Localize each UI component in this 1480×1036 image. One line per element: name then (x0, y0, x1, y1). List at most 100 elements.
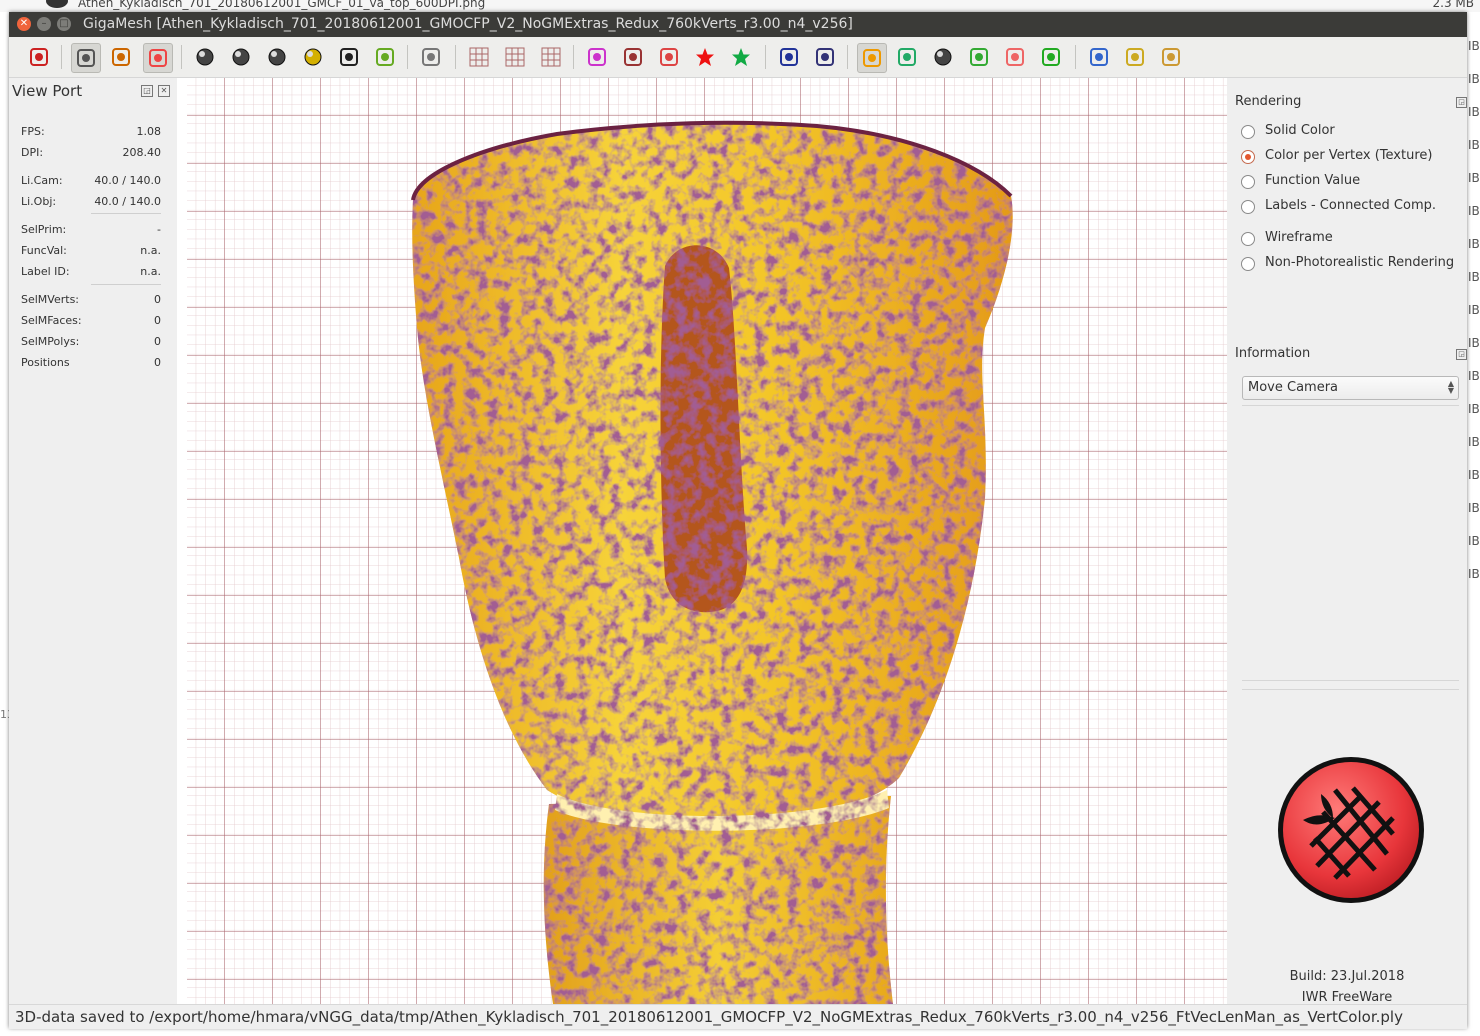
star-red-button[interactable] (691, 43, 719, 71)
check-button[interactable] (1037, 43, 1065, 71)
stat-label: Label ID: (21, 265, 70, 278)
stat-value: n.a. (140, 244, 161, 257)
view-2-icon (112, 48, 130, 66)
close-window-button[interactable]: ✕ (17, 17, 31, 31)
radio-label: Color per Vertex (Texture) (1265, 148, 1433, 163)
background-size-mark: IB (1468, 105, 1480, 119)
background-size-mark: IB (1468, 468, 1480, 482)
radio-circle[interactable] (1241, 232, 1255, 246)
background-size-mark: IB (1468, 369, 1480, 383)
status-bar: 3D-data saved to /export/home/hmara/vNGG… (9, 1004, 1467, 1029)
radio-circle[interactable] (1241, 150, 1255, 164)
build-date: Build: 23.Jul.2018 (1289, 969, 1405, 984)
background-size-mark: IB (1468, 303, 1480, 317)
star-green-icon (732, 48, 750, 66)
license-label: IWR FreeWare (1301, 990, 1393, 1005)
polar-grid-button[interactable] (537, 43, 565, 71)
stat-label: FuncVal: (21, 244, 67, 257)
rendering-title: Rendering (1235, 94, 1302, 109)
cut-button[interactable] (655, 43, 683, 71)
stat-value: 0 (154, 314, 161, 327)
grid-button[interactable] (501, 43, 529, 71)
stat-value: 1.08 (136, 125, 162, 138)
float-information-icon[interactable]: ◲ (1456, 349, 1467, 360)
spheres-icon (934, 48, 952, 66)
radio-circle[interactable] (1241, 175, 1255, 189)
histogram-button[interactable] (371, 43, 399, 71)
histogram-icon (376, 48, 394, 66)
toolbar-separator (765, 45, 766, 69)
triangulation-button[interactable] (335, 43, 363, 71)
3d-viewport[interactable] (177, 78, 1227, 1004)
radio-circle[interactable] (1241, 125, 1255, 139)
spheres-button[interactable] (929, 43, 957, 71)
divider (91, 284, 161, 285)
background-size-mark: IB (1468, 138, 1480, 152)
sun-button[interactable] (857, 43, 887, 73)
stat-value: 40.0 / 140.0 (94, 195, 161, 208)
background-size-mark: IB (1468, 501, 1480, 515)
view-1-button[interactable] (71, 43, 101, 73)
cube-button[interactable] (893, 43, 921, 71)
rotate-button[interactable] (775, 43, 803, 71)
main-toolbar (9, 37, 1467, 78)
radio-label: Non-Photorealistic Rendering (1265, 255, 1455, 270)
layers-button[interactable] (1085, 43, 1113, 71)
magic-select-icon (588, 48, 606, 66)
toolbar-separator (61, 45, 62, 69)
float-panel-icon[interactable]: ◲ (141, 85, 153, 97)
light-button[interactable] (143, 43, 173, 73)
mesh-plane-button[interactable] (25, 43, 53, 71)
check-icon (1042, 48, 1060, 66)
radio-label: Function Value (1265, 173, 1361, 188)
maximize-window-button[interactable]: □ (57, 17, 71, 31)
svg-button[interactable] (1157, 43, 1185, 71)
minimize-window-button[interactable]: – (37, 17, 51, 31)
tree-button[interactable] (965, 43, 993, 71)
divider (1242, 680, 1459, 681)
export-button[interactable] (1121, 43, 1149, 71)
viewport-stat-row: Label ID: n.a. (21, 265, 161, 278)
star-green-button[interactable] (727, 43, 755, 71)
select-vertex-button[interactable] (619, 43, 647, 71)
viewport-stat-row: SelMVerts: 0 (21, 293, 161, 306)
background-size-column: IB IB IB IB IB IB IB IB IB IB IB IB IB IB IB IB IB (1468, 30, 1480, 590)
font-button[interactable] (417, 43, 445, 71)
stat-label: SelMFaces: (21, 314, 82, 327)
viewport-stat-row: SelMFaces: 0 (21, 314, 161, 327)
ab-text-button[interactable] (811, 43, 839, 71)
toolbar-separator (573, 45, 574, 69)
radio-circle[interactable] (1241, 257, 1255, 271)
mesh-render (187, 78, 1227, 1004)
magic-select-button[interactable] (583, 43, 611, 71)
star-red-icon (696, 48, 714, 66)
sphere-m-button[interactable] (191, 43, 219, 71)
title-bar: ✕ – □ GigaMesh [Athen_Kykladisch_701_201… (9, 12, 1467, 37)
stat-label: Positions (21, 356, 70, 369)
ab-text-icon (816, 48, 834, 66)
cube-icon (898, 48, 916, 66)
export-icon (1126, 48, 1144, 66)
view-2-button[interactable] (107, 43, 135, 71)
stat-value: 0 (154, 335, 161, 348)
light-icon (149, 49, 167, 67)
cup-button[interactable] (1001, 43, 1029, 71)
grid-plus-button[interactable] (465, 43, 493, 71)
background-size-mark: IB (1468, 435, 1480, 449)
close-panel-icon[interactable]: ✕ (158, 85, 170, 97)
radio-label: Solid Color (1265, 123, 1335, 138)
background-size-mark: IB (1468, 237, 1480, 251)
sphere-d-button[interactable] (227, 43, 255, 71)
mouse-mode-select[interactable]: Move Camera ▲ ▼ (1242, 376, 1459, 400)
background-size-mark: IB (1468, 204, 1480, 218)
background-size-mark: IB (1468, 336, 1480, 350)
radio-circle[interactable] (1241, 200, 1255, 214)
float-rendering-icon[interactable]: ◲ (1456, 97, 1467, 108)
stat-value: n.a. (140, 265, 161, 278)
palette-sphere-button[interactable] (299, 43, 327, 71)
toolbar-separator (455, 45, 456, 69)
sphere-s-button[interactable] (263, 43, 291, 71)
background-size-mark: IB (1468, 39, 1480, 53)
viewport-stat-row: Positions 0 (21, 356, 161, 369)
sphere-m-icon (196, 48, 214, 66)
